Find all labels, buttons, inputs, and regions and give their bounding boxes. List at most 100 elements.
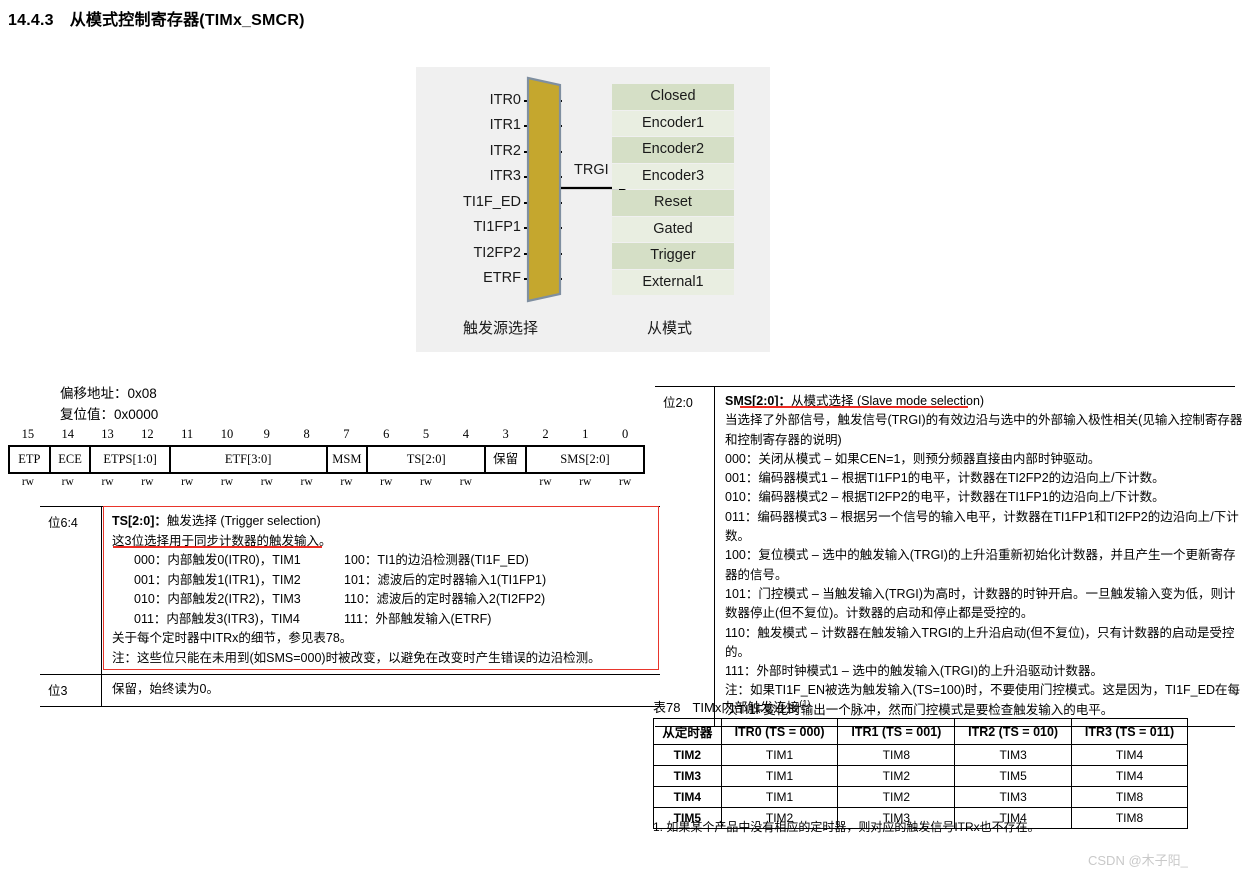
trigger-input-label-list: ITR0 ITR1 ITR2 ITR3 TI1F_ED TI1FP1 TI2FP…: [416, 87, 521, 291]
table78-cell: TIM4: [653, 786, 722, 808]
reserved-description-body: 保留，始终读为0。: [102, 675, 660, 706]
bit-access: rw: [419, 476, 433, 488]
bit-access: rw: [21, 476, 34, 488]
register-field-msm: MSM: [328, 447, 369, 472]
trigger-input-label: ITR3: [489, 168, 521, 185]
slave-mode-item: Encoder3: [612, 163, 734, 189]
ts-option-right: 110：滤波后的定时器输入2(TI2FP2): [344, 592, 546, 606]
trigger-input-label: TI1F_ED: [462, 193, 521, 210]
register-field-sms: SMS[2:0]: [560, 452, 610, 466]
bit-access: rw: [300, 476, 313, 488]
ts-title-line: TS[2:0]：触发选择 (Trigger selection): [112, 512, 654, 532]
slave-mode-item: External1: [612, 269, 734, 295]
bit-number: 6: [383, 427, 390, 441]
sms-option-100: 100：复位模式 – 选中的触发输入(TRGI)的上升沿重新初始化计数器，并且产…: [725, 548, 1236, 582]
ts-option-right: 111：外部触发输入(ETRF): [344, 611, 492, 626]
register-field-reserved: 保留: [486, 447, 527, 472]
trigger-input-label: ITR2: [489, 142, 521, 159]
table78-cell: TIM2: [837, 765, 956, 787]
register-access-row: rw rw rw rw rw rw rw rw rw rw rw rw rw r…: [8, 474, 645, 488]
diagram-caption-slave-mode: 从模式: [647, 320, 693, 337]
table78-cell: TIM5: [954, 765, 1072, 787]
bit-access: rw: [539, 476, 552, 488]
bit-access: rw: [61, 476, 74, 488]
register-offset-address: 偏移地址：0x08: [60, 386, 157, 401]
trigger-input-label: TI2FP2: [473, 244, 521, 261]
table-row: 位3 保留，始终读为0。: [40, 674, 660, 706]
sms-option-101: 101：门控模式 – 当触发输入(TRGI)为高时，计数器的时钟开启。一旦触发输…: [725, 586, 1236, 621]
trigger-input-row: ITR0: [416, 87, 521, 113]
table78-cell: TIM8: [1071, 786, 1188, 808]
ts-option-right: 101：滤波后的定时器输入1(TI1FP1): [344, 572, 547, 587]
diagram-caption-trigger-source: 触发源选择: [463, 320, 539, 337]
table78-caption-text: TIMx内部触发连接: [692, 700, 800, 715]
ts-option-left: 010：内部触发2(ITR2)，TIM3: [134, 592, 301, 606]
sms-bits-label: 位2:0: [655, 387, 715, 727]
bit-access: rw: [181, 476, 194, 488]
sms-intro-line-2: 和控制寄存器的说明): [725, 432, 842, 447]
table78-caption-superscript: (1): [799, 698, 811, 709]
register-field-ece: ECE: [51, 447, 92, 472]
table-header-row: 从定时器 ITR0 (TS = 000) ITR1 (TS = 001) ITR…: [653, 718, 1188, 745]
register-field-etf: ETF[3:0]: [171, 447, 328, 472]
table78-cell: TIM3: [954, 744, 1072, 766]
sms-field-description-table: 位2:0 SMS[2:0]：从模式选择 (Slave mode selectio…: [655, 386, 1242, 728]
trigger-input-label: ITR1: [489, 117, 521, 134]
bit-access: rw: [220, 476, 234, 488]
bit-access: [486, 474, 526, 488]
trigger-input-row: TI1FP1: [416, 215, 521, 241]
slave-mode-item: Closed: [612, 84, 734, 110]
bit-number: 15: [21, 427, 35, 441]
trigger-input-row: TI2FP2: [416, 240, 521, 266]
trigger-input-row: ETRF: [416, 266, 521, 292]
table-row: 位2:0 SMS[2:0]：从模式选择 (Slave mode selectio…: [655, 387, 1242, 727]
bit-number: 4: [462, 427, 469, 441]
table78-cell: TIM3: [954, 786, 1072, 808]
register-field-ts: TS[2:0]: [368, 447, 487, 472]
bit-access: rw: [619, 476, 632, 488]
ts-red-underline-annotation: [113, 546, 322, 548]
ts-title-bold: TS[2:0]：: [112, 514, 167, 528]
sms-intro-line-1: 当选择了外部信号，触发信号(TRGI)的有效边沿与选中的外部输入极性相关(见输入…: [725, 413, 1243, 428]
reserved-bits-label: 位3: [40, 675, 102, 706]
bit-number: 14: [61, 427, 74, 441]
bit-access: rw: [340, 476, 353, 488]
table78-header-itr3: ITR3 (TS = 011): [1071, 718, 1188, 745]
table78-header-slave-timer: 从定时器: [653, 718, 722, 745]
ts-title-rest: 触发选择 (Trigger selection): [166, 514, 321, 528]
ts-option-row: 010：内部触发2(ITR2)，TIM3 110：滤波后的定时器输入2(TI2F…: [112, 590, 654, 610]
trgi-label: TRGI: [574, 162, 609, 178]
sms-option-010: 010：编码器模式2 – 根据TI2FP2的电平，计数器在TI1FP1的边沿向上…: [725, 490, 1165, 505]
table78-cell: TIM4: [1071, 765, 1188, 787]
reserved-text: 保留，始终读为0。: [112, 682, 219, 696]
bit-access: rw: [579, 476, 592, 488]
table78-cell: TIM1: [720, 786, 839, 808]
slave-mode-item: Trigger: [612, 243, 734, 269]
table78-caption: 表78 TIMx内部触发连接(1): [653, 697, 810, 716]
bit-number: 8: [303, 427, 310, 441]
table78-header-itr2: ITR2 (TS = 010): [954, 718, 1072, 745]
trigger-input-label: TI1FP1: [473, 219, 521, 236]
bit-number: 3: [502, 427, 509, 441]
bit-number: 9: [263, 427, 270, 441]
trigger-input-row: ITR3: [416, 164, 521, 190]
register-field-row: ETP ECE ETPS[1:0] ETF[3:0] MSM TS[2:0] 保…: [8, 445, 645, 474]
table78-cell: TIM4: [1071, 744, 1188, 766]
ts-description-body: TS[2:0]：触发选择 (Trigger selection) 这3位选择用于…: [102, 507, 660, 674]
ts-option-row: 001：内部触发1(ITR1)，TIM2 101：滤波后的定时器输入1(TI1F…: [112, 571, 654, 591]
bit-number: 13: [101, 427, 114, 441]
table78-header-itr0: ITR0 (TS = 000): [720, 718, 839, 745]
table78-cell: TIM1: [720, 744, 839, 766]
multiplexer-shape: [526, 76, 562, 303]
ts-option-right: 100：TI1的边沿检测器(TI1F_ED): [344, 553, 529, 567]
sms-option-111: 111：外部时钟模式1 – 选中的触发输入(TRGI)的上升沿驱动计数器。: [725, 664, 1104, 679]
section-number: 14.4.3: [8, 12, 54, 29]
ts-option-row: 011：内部触发3(ITR3)，TIM4 111：外部触发输入(ETRF): [112, 610, 654, 630]
slave-mode-list: Closed Encoder1 Encoder2 Encoder3 Reset …: [612, 84, 734, 296]
register-reset-value: 复位值：0x0000: [60, 407, 159, 422]
bit-access: rw: [459, 476, 472, 488]
bit-access: rw: [380, 476, 393, 488]
page-title: 14.4.3 从模式控制寄存器(TIMx_SMCR): [8, 6, 305, 30]
ts-note-reference: 关于每个定时器中ITRx的细节，参见表78。: [112, 631, 353, 645]
register-field-etps: ETPS[1:0]: [91, 447, 171, 472]
